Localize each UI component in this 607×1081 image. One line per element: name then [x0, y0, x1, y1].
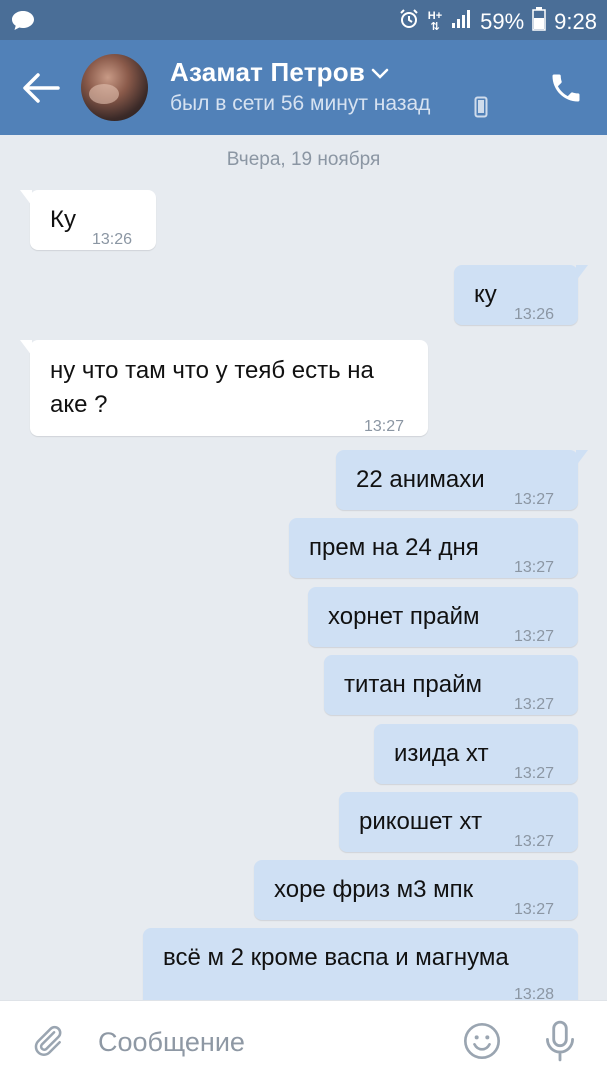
message-bubble-outgoing[interactable]: хоре фриз м3 мпк 13:27 [254, 860, 578, 920]
message-bubble-incoming[interactable]: ну что там что у теяб есть на аке ? 13:2… [20, 340, 428, 436]
signal-icon [450, 8, 472, 36]
message-time: 13:27 [514, 696, 555, 713]
battery-percent: 59% [480, 9, 525, 34]
message-text: всё м 2 кроме васпа и магнума [163, 944, 509, 971]
message-time: 13:26 [514, 306, 555, 323]
message-time: 13:27 [514, 901, 555, 918]
message-time: 13:27 [364, 418, 405, 435]
message-text: титан прайм [344, 671, 482, 698]
message-time: 13:27 [514, 491, 555, 508]
message-text: хорнет прайм [328, 603, 480, 630]
message-bubble-incoming[interactable]: Ку 13:26 [20, 190, 156, 250]
alarm-icon [398, 8, 420, 36]
battery-icon [532, 7, 546, 37]
message-text: Ку [50, 206, 76, 233]
message-bubble-outgoing[interactable]: всё м 2 кроме васпа и магнума 13:28 [143, 928, 578, 1003]
message-time: 13:26 [92, 231, 133, 248]
microphone-icon[interactable] [541, 1019, 579, 1068]
message-time: 13:27 [514, 765, 555, 782]
message-list[interactable]: Вчера, 19 ноября Ку 13:26 ку 13:26 ну чт… [0, 135, 607, 1003]
contact-name[interactable]: Азамат Петров [170, 57, 365, 88]
message-input[interactable] [96, 1021, 440, 1063]
chat-header: Азамат Петров был в сети 56 минут назад [0, 40, 607, 135]
date-separator: Вчера, 19 ноября [226, 149, 381, 170]
message-bubble-outgoing[interactable]: 22 анимахи 13:27 [336, 450, 588, 510]
avatar[interactable] [81, 54, 148, 121]
message-text: рикошет хт [359, 808, 483, 835]
message-composer [0, 1000, 607, 1081]
message-bubble-outgoing[interactable]: прем на 24 дня 13:27 [289, 518, 578, 578]
message-bubble-outgoing[interactable]: ку 13:26 [454, 265, 588, 325]
message-text: ку [474, 281, 497, 308]
network-icon: H+ ⇅ [427, 10, 443, 33]
contact-status: был в сети 56 минут назад [170, 92, 431, 115]
message-time: 13:27 [514, 628, 555, 645]
message-bubble-outgoing[interactable]: изида хт 13:27 [374, 724, 578, 784]
message-bubble-outgoing[interactable]: титан прайм 13:27 [324, 655, 578, 715]
back-arrow-icon[interactable] [20, 70, 62, 106]
message-bubble-outgoing[interactable]: рикошет хт 13:27 [339, 792, 578, 852]
paperclip-icon[interactable] [28, 1021, 66, 1066]
message-text: хоре фриз м3 мпк [274, 876, 474, 903]
message-bubble-outgoing[interactable]: хорнет прайм 13:27 [308, 587, 578, 647]
message-text: ну что там что у теяб есть на аке ? [50, 357, 374, 418]
emoji-icon[interactable] [462, 1021, 502, 1066]
message-text: изида хт [394, 740, 489, 767]
clock: 9:28 [554, 9, 597, 34]
chevron-down-icon[interactable] [371, 67, 389, 85]
message-text: прем на 24 дня [309, 534, 479, 561]
message-icon [10, 9, 36, 36]
message-time: 13:27 [514, 833, 555, 850]
message-text: 22 анимахи [356, 466, 485, 493]
status-bar: H+ ⇅ 59% 9:28 [0, 0, 607, 40]
mobile-device-icon [474, 96, 488, 123]
phone-icon[interactable] [548, 70, 584, 111]
message-time: 13:27 [514, 559, 555, 576]
